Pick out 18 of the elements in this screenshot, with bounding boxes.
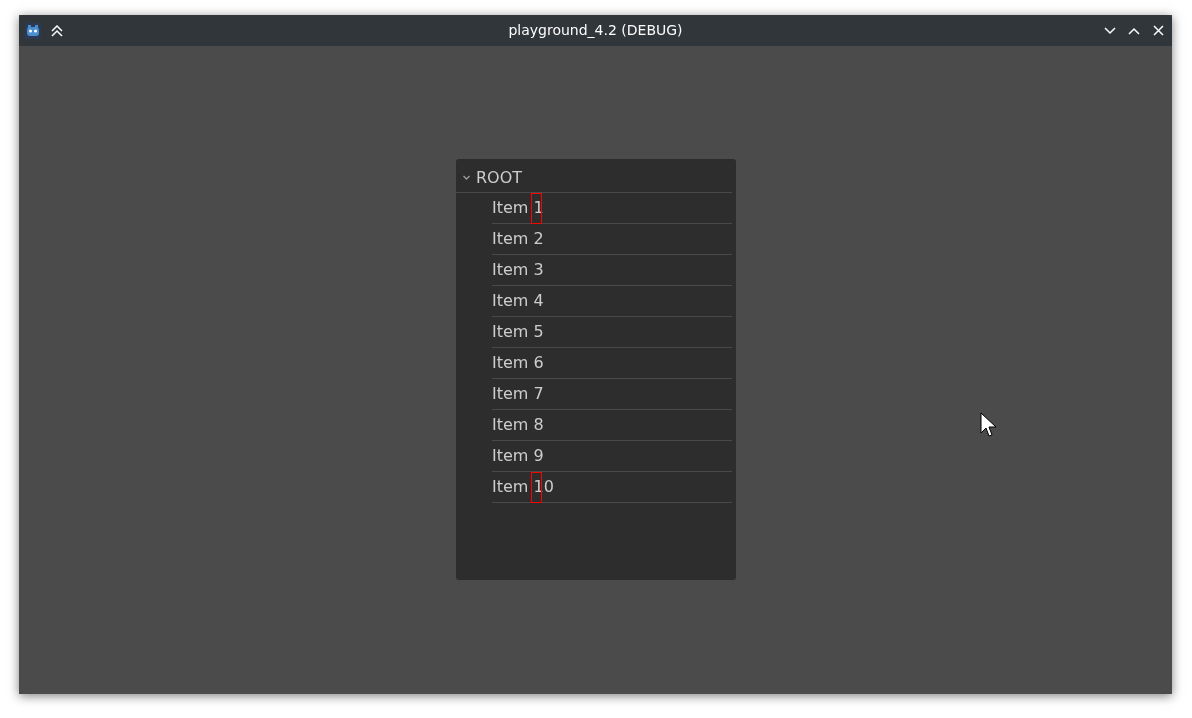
tree-item[interactable]: Item 6 — [492, 348, 732, 379]
tree-item[interactable]: Item 5 — [492, 317, 732, 348]
tree-item[interactable]: Item 2 — [492, 224, 732, 255]
chevron-down-icon[interactable] — [462, 173, 471, 182]
tree-item[interactable]: Item 7 — [492, 379, 732, 410]
tree-item[interactable]: Item 4 — [492, 286, 732, 317]
chevron-up-icon — [1128, 26, 1140, 35]
close-icon — [1152, 25, 1164, 36]
keep-above-button[interactable] — [49, 22, 65, 39]
mouse-pointer-icon — [980, 412, 998, 438]
tree-item[interactable]: Item 3 — [492, 255, 732, 286]
tree-item[interactable]: ROOT — [456, 163, 732, 193]
double-chevron-up-icon — [51, 24, 63, 37]
tree-item[interactable]: Item 9 — [492, 441, 732, 472]
window-title: playground_4.2 (DEBUG) — [508, 21, 683, 40]
chevron-down-icon — [1104, 26, 1116, 35]
app-logo-icon — [25, 22, 41, 39]
tree-item[interactable]: Item 8 — [492, 410, 732, 441]
